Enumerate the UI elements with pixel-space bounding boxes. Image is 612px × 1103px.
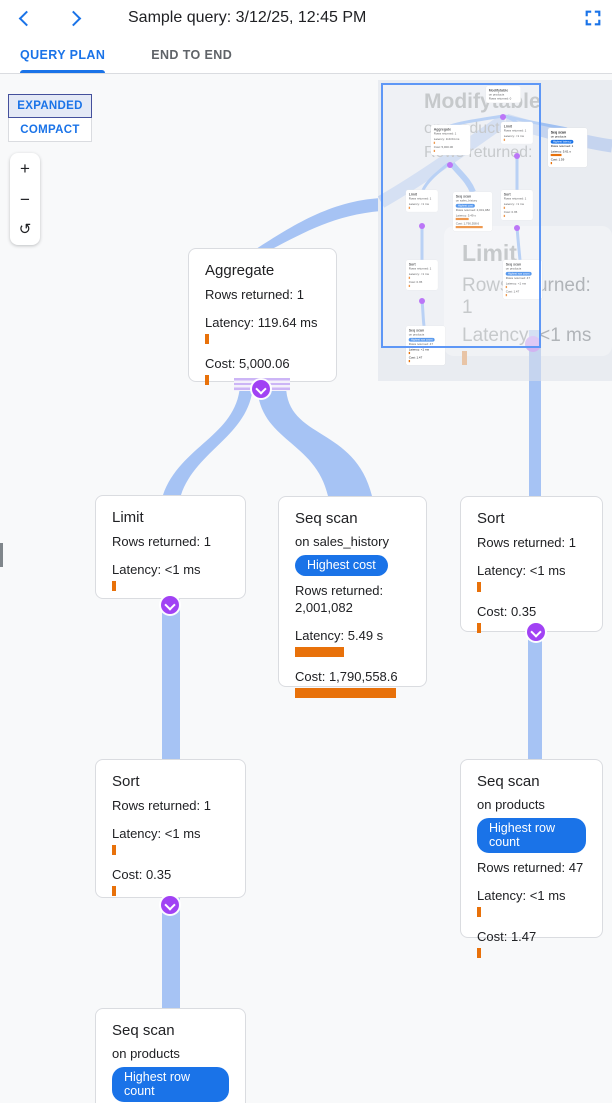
node-latency: Latency: <1 ms <box>477 562 586 579</box>
node-cost: Cost: 1,790,558.6 <box>295 668 410 685</box>
latency-bar <box>477 907 481 917</box>
node-table: on products <box>112 1046 229 1061</box>
node-rows: Rows returned: 2,001,082 <box>295 582 410 616</box>
node-rows: Rows returned: 1 <box>477 534 586 551</box>
expanded-button[interactable]: EXPANDED <box>8 94 92 118</box>
latency-bar <box>205 334 209 344</box>
node-rows: Rows returned: 1 <box>205 286 320 303</box>
node-title: Seq scan <box>477 773 586 790</box>
page-title: Sample query: 3/12/25, 12:45 PM <box>128 9 366 27</box>
node-table: on products <box>477 797 586 812</box>
tab-bar: QUERY PLAN END TO END <box>0 36 612 74</box>
header: Sample query: 3/12/25, 12:45 PM <box>0 0 612 36</box>
back-button[interactable] <box>9 3 39 33</box>
zoom-reset-button[interactable]: ↺ <box>10 214 40 245</box>
node-cost: Cost: 5,000.06 <box>205 355 320 372</box>
node-latency: Latency: 5.49 s <box>295 627 410 644</box>
node-cost: Cost: 0.35 <box>477 603 586 620</box>
zoom-in-button[interactable]: + <box>10 153 40 184</box>
latency-bar <box>112 581 116 591</box>
latency-bar <box>112 845 116 855</box>
node-seqscan-sales-history[interactable]: Seq scan on sales_history Highest cost R… <box>278 496 427 687</box>
node-latency: Latency: 119.64 ms <box>205 314 320 331</box>
collapse-sort-right-button[interactable] <box>527 623 545 641</box>
scroll-indicator[interactable] <box>0 543 3 567</box>
node-title: Sort <box>112 773 229 790</box>
node-seqscan-bottom[interactable]: Seq scan on products Highest row count R… <box>95 1008 246 1103</box>
highest-row-count-badge: Highest row count <box>477 818 586 853</box>
cost-bar <box>477 623 481 633</box>
mini-node-seqscan-bottom: Seq scan on products Highest row count R… <box>406 326 551 381</box>
highest-row-count-badge: Highest row count <box>112 1067 229 1102</box>
chevron-right-icon <box>65 10 81 26</box>
zoom-controls: + − ↺ <box>10 153 40 245</box>
node-title: Seq scan <box>112 1022 229 1039</box>
node-limit[interactable]: Limit Rows returned: 1 Latency: <1 ms <box>95 495 246 599</box>
collapse-sort-left-button[interactable] <box>161 896 179 914</box>
node-aggregate[interactable]: Aggregate Rows returned: 1 Latency: 119.… <box>188 248 337 382</box>
zoom-out-button[interactable]: − <box>10 184 40 215</box>
node-cost: Cost: 1.47 <box>477 928 586 945</box>
collapse-aggregate-button[interactable] <box>252 380 270 398</box>
fullscreen-icon <box>584 9 602 27</box>
node-title: Sort <box>477 510 586 527</box>
node-seqscan-products[interactable]: Seq scan on products Highest row count R… <box>460 759 603 938</box>
tab-end-to-end[interactable]: END TO END <box>151 36 232 73</box>
chevron-left-icon <box>18 10 34 26</box>
collapse-limit-button[interactable] <box>161 596 179 614</box>
node-cost: Cost: 0.35 <box>112 866 229 883</box>
tab-query-plan[interactable]: QUERY PLAN <box>20 36 105 73</box>
query-plan-canvas[interactable]: EXPANDED COMPACT + − ↺ Aggregate Rows re… <box>0 74 612 1103</box>
node-sort-left[interactable]: Sort Rows returned: 1 Latency: <1 ms Cos… <box>95 759 246 898</box>
node-rows: Rows returned: 1 <box>112 797 229 814</box>
node-sort-right[interactable]: Sort Rows returned: 1 Latency: <1 ms Cos… <box>460 496 603 632</box>
compact-button[interactable]: COMPACT <box>8 118 92 142</box>
node-latency: Latency: <1 ms <box>112 561 229 578</box>
cost-bar <box>477 948 481 958</box>
node-latency: Latency: <1 ms <box>477 887 586 904</box>
node-title: Seq scan <box>295 510 410 527</box>
fullscreen-button[interactable] <box>582 7 604 29</box>
cost-bar <box>295 688 396 698</box>
node-rows: Rows returned: 1 <box>112 533 229 550</box>
node-title: Aggregate <box>205 262 320 279</box>
cost-bar <box>205 375 209 385</box>
minimap[interactable]: Modifytable on products Rows returned: L… <box>378 80 612 381</box>
cost-bar <box>112 886 116 896</box>
node-title: Limit <box>112 509 229 526</box>
node-rows: Rows returned: 47 <box>477 859 586 876</box>
node-latency: Latency: <1 ms <box>112 825 229 842</box>
forward-button[interactable] <box>60 3 90 33</box>
highest-cost-badge: Highest cost <box>295 555 388 576</box>
node-table: on sales_history <box>295 534 410 549</box>
latency-bar <box>477 582 481 592</box>
view-toggle: EXPANDED COMPACT <box>8 94 92 142</box>
latency-bar <box>295 647 344 657</box>
